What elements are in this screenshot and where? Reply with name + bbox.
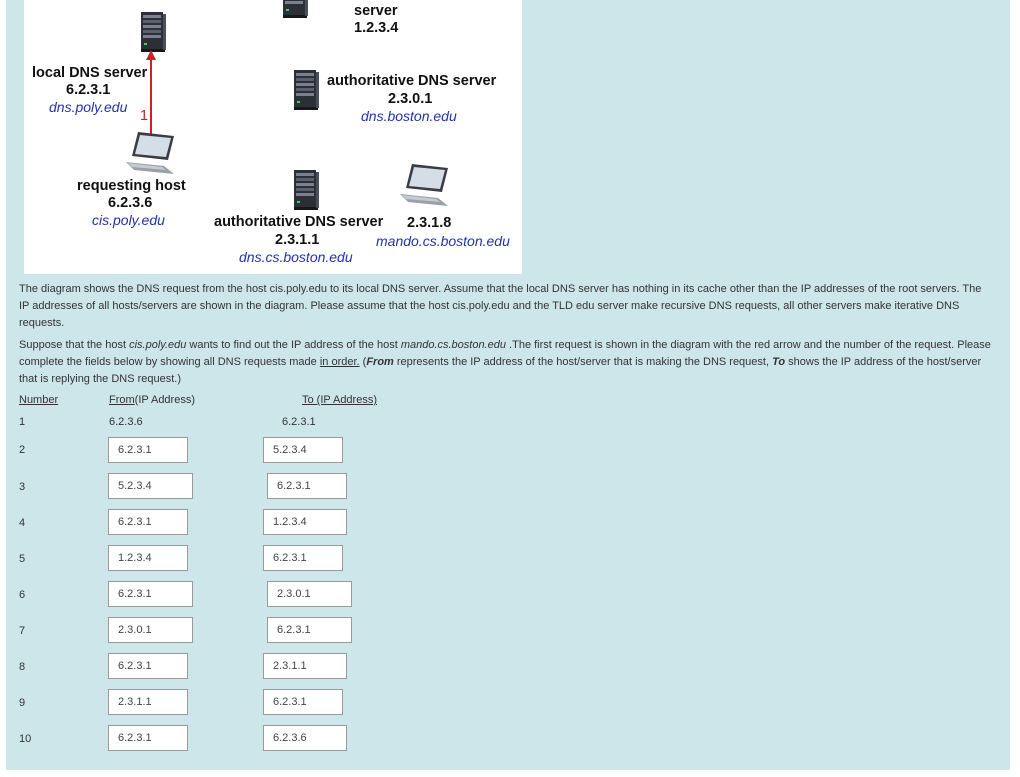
row-number: 2 [19, 444, 26, 456]
column-header-number: Number [19, 394, 59, 406]
to-ip-input[interactable] [263, 545, 343, 571]
auth-dns-boston-domain: dns.boston.edu [361, 108, 457, 124]
from-ip-input[interactable] [108, 689, 188, 715]
dns-diagram: server 1.2.3.4 local DNS server 6.2.3.1 … [24, 0, 522, 274]
local-dns-ip: 6.2.3.1 [66, 82, 111, 98]
root-server-label: server [354, 3, 398, 19]
question-paragraph-1: The diagram shows the DNS request from t… [19, 283, 982, 329]
row-number: 7 [19, 625, 26, 637]
row-number: 9 [19, 697, 26, 709]
request-number: 1 [140, 108, 149, 124]
from-ip-input[interactable] [108, 617, 193, 643]
to-ip-input[interactable] [267, 473, 347, 499]
to-ip-input[interactable] [267, 617, 352, 643]
question-paragraph-2: Suppose that the host cis.poly.edu wants… [19, 339, 991, 385]
column-header-to: To (IP Address) [302, 394, 377, 406]
local-dns-domain: dns.poly.edu [49, 99, 128, 115]
row-number: 4 [19, 517, 26, 529]
row-number: 8 [19, 661, 26, 673]
root-server-icon [282, 0, 308, 18]
target-host-icon [398, 164, 450, 206]
root-server-ip: 1.2.3.4 [354, 20, 399, 36]
row-number: 5 [19, 553, 26, 565]
to-ip-input[interactable] [263, 509, 347, 535]
auth-dns-boston-icon [293, 70, 319, 110]
to-ip-input[interactable] [267, 581, 352, 607]
auth-dns-cs-boston-ip: 2.3.1.1 [275, 232, 320, 248]
auth-dns-cs-boston-domain: dns.cs.boston.edu [239, 249, 353, 265]
requesting-host-label: requesting host [77, 178, 186, 194]
to-ip-input[interactable] [263, 689, 343, 715]
row-number: 3 [19, 481, 26, 493]
from-ip-input[interactable] [108, 653, 188, 679]
from-ip-input[interactable] [108, 725, 188, 751]
auth-dns-cs-boston-label: authoritative DNS server [214, 214, 384, 230]
requesting-host-ip: 6.2.3.6 [108, 195, 153, 211]
from-ip-input[interactable] [108, 545, 188, 571]
local-dns-label: local DNS server [32, 65, 148, 81]
auth-dns-boston-ip: 2.3.0.1 [388, 91, 433, 107]
from-ip-input[interactable] [108, 581, 193, 607]
to-ip-input[interactable] [263, 725, 347, 751]
from-ip-input[interactable] [108, 473, 193, 499]
row-number: 1 [19, 416, 26, 428]
local-dns-server-icon [140, 12, 166, 52]
row-number: 10 [19, 733, 32, 745]
requesting-host-domain: cis.poly.edu [92, 212, 165, 228]
row-from-value: 6.2.3.6 [109, 416, 143, 428]
from-ip-input[interactable] [108, 437, 188, 463]
to-ip-input[interactable] [263, 653, 347, 679]
column-header-from: From (IP Address) [109, 394, 195, 406]
row-number: 6 [19, 589, 26, 601]
target-host-ip: 2.3.1.8 [407, 215, 452, 231]
to-ip-input[interactable] [263, 437, 343, 463]
target-host-domain: mando.cs.boston.edu [376, 233, 510, 249]
request-arrow [146, 50, 156, 138]
from-ip-input[interactable] [108, 509, 188, 535]
row-to-value: 6.2.3.1 [282, 416, 316, 428]
auth-dns-boston-label: authoritative DNS server [327, 73, 497, 89]
requesting-host-icon [124, 132, 176, 174]
auth-dns-cs-boston-icon [293, 170, 319, 210]
